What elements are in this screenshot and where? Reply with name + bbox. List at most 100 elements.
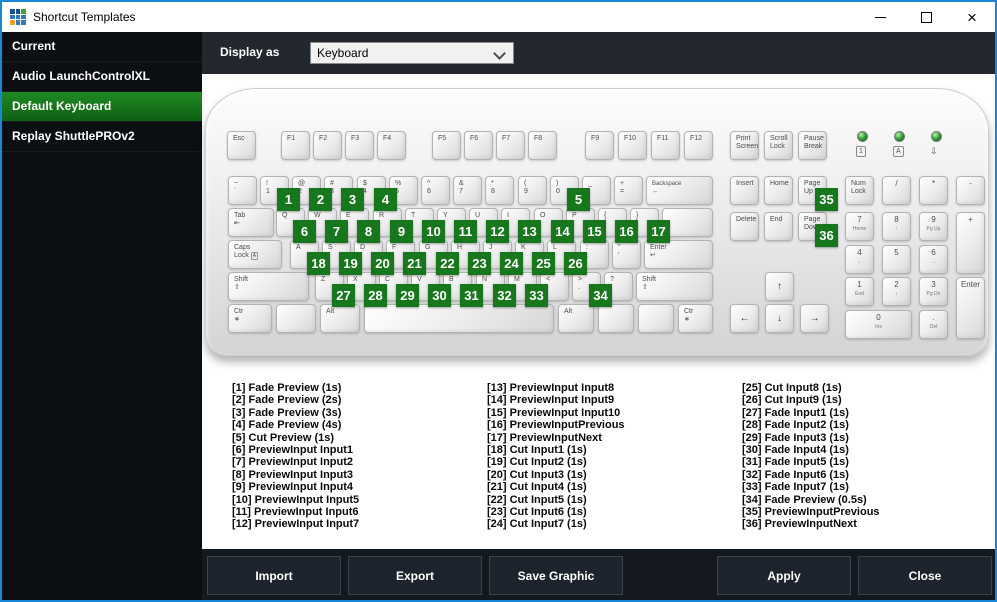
sidebar-item-replay-shuttleprov2[interactable]: Replay ShuttlePROv2: [2, 122, 202, 152]
key-ctrl-right[interactable]: Ctr ∗: [678, 304, 713, 333]
key-f6[interactable]: F6: [464, 131, 493, 160]
key-np-multiply[interactable]: *: [919, 176, 948, 205]
key-digit-7[interactable]: & 7: [453, 176, 482, 205]
shortcut-item: [19] Cut Input2 (1s): [487, 456, 587, 469]
key-end[interactable]: End: [764, 212, 793, 241]
shortcut-item: [34] Fade Preview (0.5s): [742, 493, 867, 506]
shortcut-badge-6: 6: [293, 220, 316, 243]
key-f10[interactable]: F10: [618, 131, 647, 160]
shortcut-item: [3] Fade Preview (3s): [232, 406, 342, 419]
key-f2[interactable]: F2: [313, 131, 342, 160]
sidebar-item-default-keyboard[interactable]: Default Keyboard: [2, 92, 202, 122]
apply-button[interactable]: Apply: [717, 556, 851, 595]
key-digit-8[interactable]: * 8: [485, 176, 514, 205]
key-np-plus[interactable]: +: [956, 212, 985, 274]
key-np-divide[interactable]: /: [882, 176, 911, 205]
key-f8[interactable]: F8: [528, 131, 557, 160]
key-f11[interactable]: F11: [651, 131, 680, 160]
key-f12[interactable]: F12: [684, 131, 713, 160]
key-np-enter[interactable]: Enter: [956, 277, 985, 339]
key-delete[interactable]: Delete: [730, 212, 759, 241]
key-f4[interactable]: F4: [377, 131, 406, 160]
shortcut-item: [31] Fade Input5 (1s): [742, 456, 849, 469]
shortcut-badge-25: 25: [532, 252, 555, 275]
key-f7[interactable]: F7: [496, 131, 525, 160]
window-close-button[interactable]: ×: [949, 2, 995, 32]
key-backspace[interactable]: Backspace ←: [646, 176, 713, 205]
close-button[interactable]: Close: [858, 556, 992, 595]
sidebar-item-current[interactable]: Current: [2, 32, 202, 62]
key-print-screen[interactable]: Print Screen: [730, 131, 759, 160]
key-blank-r2[interactable]: [638, 304, 674, 333]
shortcut-badge-9: 9: [390, 220, 413, 243]
key-f1[interactable]: F1: [281, 131, 310, 160]
key-ctrl-left[interactable]: Ctr ∗: [228, 304, 272, 333]
key-alt-left[interactable]: Alt: [320, 304, 360, 333]
import-button[interactable]: Import: [207, 556, 341, 595]
key-blank-left[interactable]: [276, 304, 316, 333]
shortcut-badge-5: 5: [567, 188, 590, 211]
key-pause-break[interactable]: Pause Break: [798, 131, 827, 160]
key-space[interactable]: [364, 304, 554, 333]
key-insert[interactable]: Insert: [730, 176, 759, 205]
export-button[interactable]: Export: [348, 556, 482, 595]
key-arrow-up[interactable]: ↑: [765, 272, 794, 301]
key-equals[interactable]: + =: [614, 176, 643, 205]
window-title: Shortcut Templates: [33, 10, 136, 24]
shortcut-item: [13] PreviewInput Input8: [487, 382, 615, 394]
key-np-minus[interactable]: -: [956, 176, 985, 205]
shortcut-badge-10: 10: [422, 220, 445, 243]
app-icon-tile: [15, 9, 21, 14]
shortcut-badge-32: 32: [493, 284, 516, 307]
key-arrow-right[interactable]: →: [800, 304, 829, 333]
key-np-0[interactable]: 0 Ins: [845, 310, 912, 339]
shortcut-item: [21] Cut Input4 (1s): [487, 481, 587, 494]
key-np-5[interactable]: 5: [882, 245, 911, 274]
key-enter[interactable]: Enter ↵: [644, 240, 713, 269]
key-np-6[interactable]: 6 →: [919, 245, 948, 274]
num-lock-led-icon: 1: [856, 146, 866, 157]
shortcut-item: [24] Cut Input7 (1s): [487, 518, 587, 531]
shortcut-badge-27: 27: [332, 284, 355, 307]
key-arrow-down[interactable]: ↓: [765, 304, 794, 333]
key-np-3[interactable]: 3 Pg Dn: [919, 277, 948, 306]
shortcut-badge-31: 31: [460, 284, 483, 307]
key-arrow-left[interactable]: ←: [730, 304, 759, 333]
key-caps-lock[interactable]: Caps Lock A: [228, 240, 282, 269]
key-tab[interactable]: Tab ⇤: [228, 208, 274, 237]
scroll-lock-led: [931, 131, 942, 142]
shortcut-item: [14] PreviewInput Input9: [487, 394, 615, 407]
shortcut-badge-22: 22: [436, 252, 459, 275]
key-np-4[interactable]: 4 ←: [845, 245, 874, 274]
key-digit-6[interactable]: ^ 6: [421, 176, 450, 205]
shortcut-badge-36: 36: [815, 224, 838, 247]
maximize-button[interactable]: [903, 2, 949, 32]
minimize-button[interactable]: [857, 2, 903, 32]
key-np-9[interactable]: 9 Pg Up: [919, 212, 948, 241]
key-home[interactable]: Home: [764, 176, 793, 205]
key-num-lock[interactable]: Num Lock: [845, 176, 874, 205]
key-shift-right[interactable]: Shift ⇧: [636, 272, 713, 301]
key-f9[interactable]: F9: [585, 131, 614, 160]
key-digit-9[interactable]: (9: [518, 176, 547, 205]
shortcut-badge-30: 30: [428, 284, 451, 307]
caps-lock-led-icon: A: [893, 146, 904, 157]
key-np-2[interactable]: 2 ↓: [882, 277, 911, 306]
shortcut-column-1: [1] Fade Preview (1s) [2] Fade Preview (2…: [232, 382, 482, 531]
key-scroll-lock[interactable]: Scroll Lock: [764, 131, 793, 160]
key-esc[interactable]: Esc: [227, 131, 256, 160]
save-graphic-button[interactable]: Save Graphic: [489, 556, 623, 595]
key-f3[interactable]: F3: [345, 131, 374, 160]
key-backquote[interactable]: ~ `: [228, 176, 257, 205]
display-as-select[interactable]: Keyboard: [310, 42, 514, 64]
key-alt-right[interactable]: Alt: [558, 304, 594, 333]
key-blank-r1[interactable]: [598, 304, 634, 333]
key-shift-left[interactable]: Shift ⇧: [228, 272, 309, 301]
key-quote[interactable]: " ': [612, 240, 641, 269]
key-np-1[interactable]: 1 End: [845, 277, 874, 306]
key-f5[interactable]: F5: [432, 131, 461, 160]
key-np-7[interactable]: 7 Home: [845, 212, 874, 241]
key-np-dot[interactable]: . Del: [919, 310, 948, 339]
sidebar-item-audio-launchcontrolxl[interactable]: Audio LaunchControlXL: [2, 62, 202, 92]
key-np-8[interactable]: 8 ↑: [882, 212, 911, 241]
